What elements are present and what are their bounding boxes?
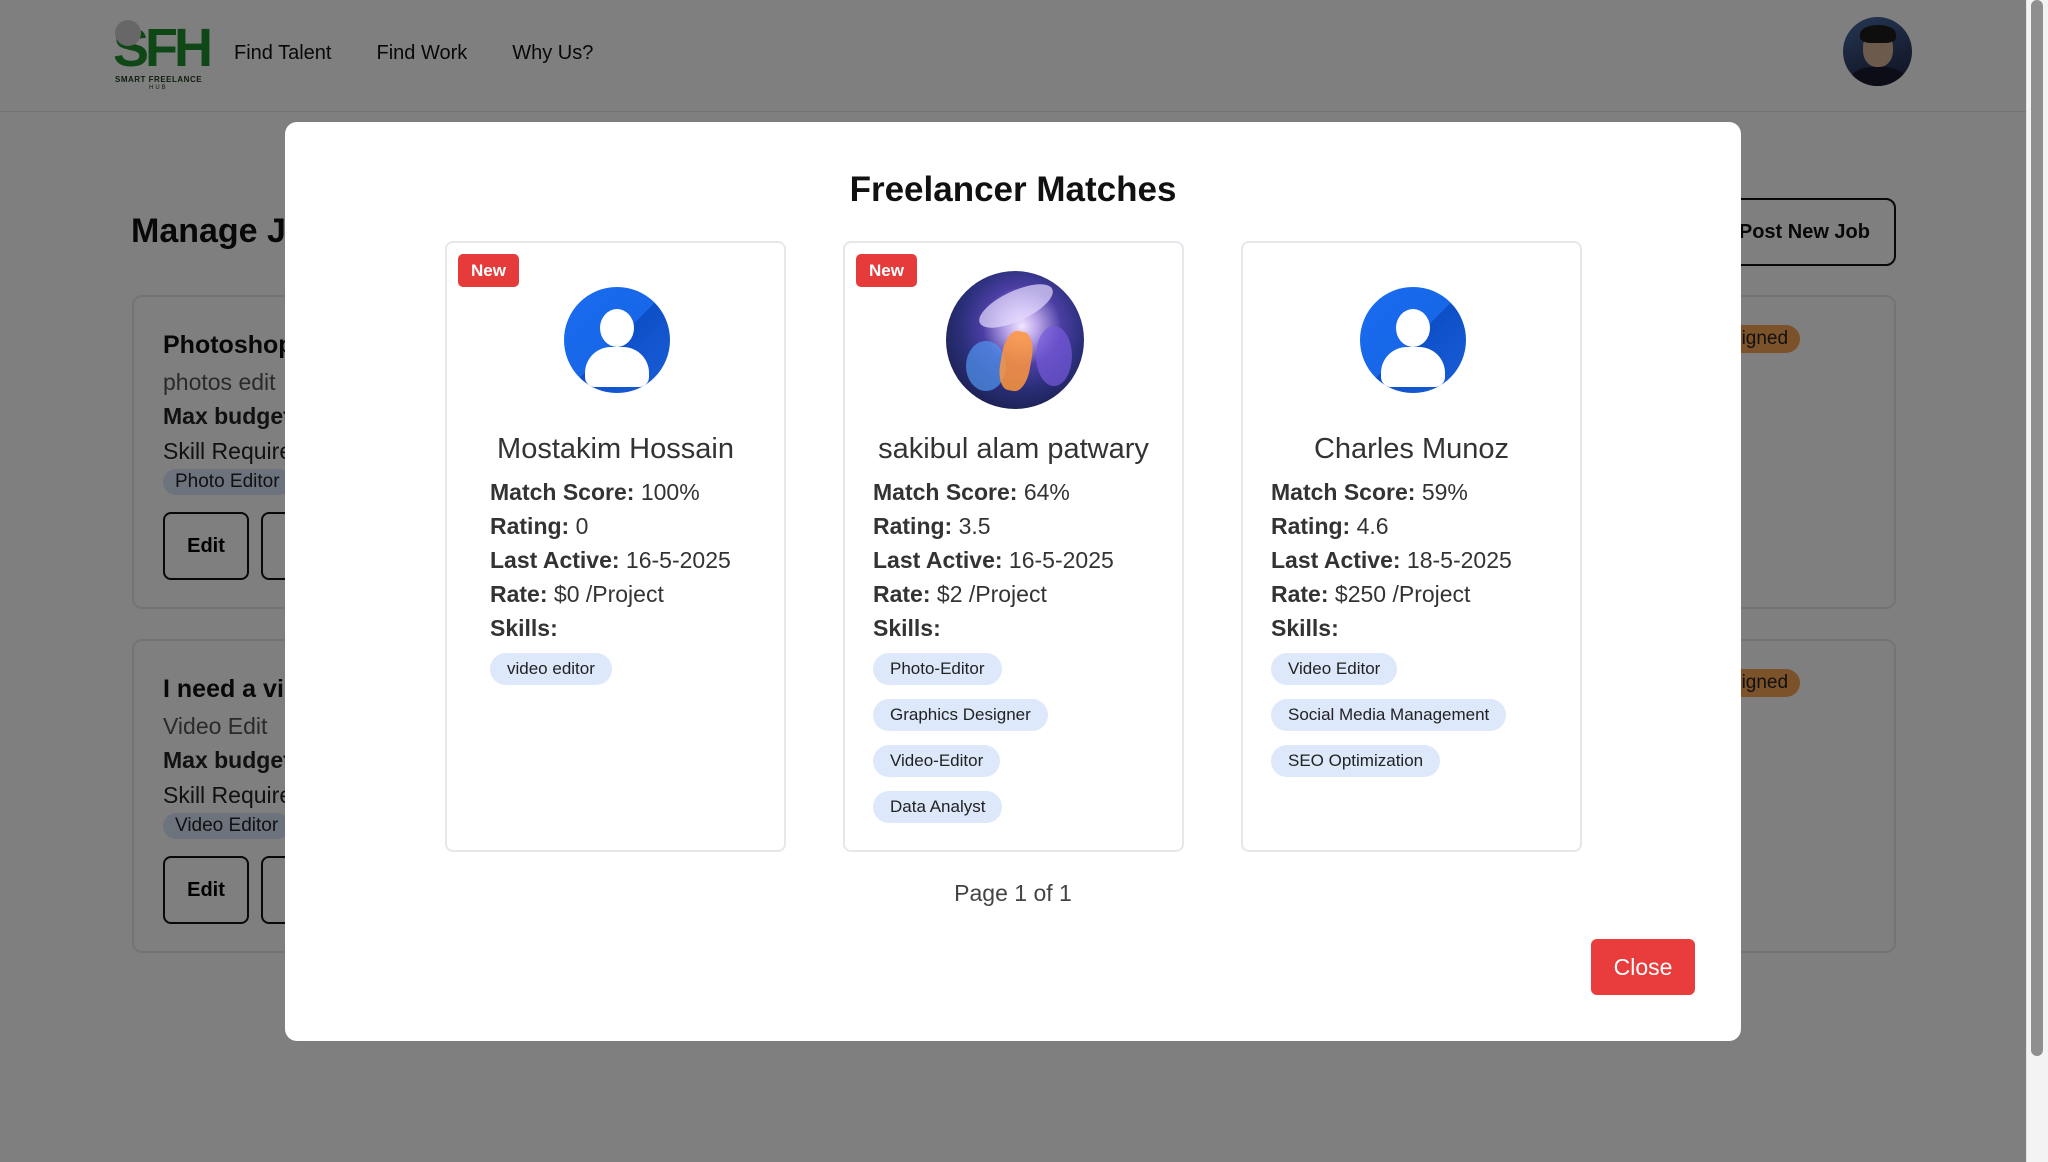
match-score-value: 64% — [1023, 479, 1070, 505]
match-score-label: Match Score: — [1271, 479, 1416, 505]
freelancer-info: Match Score: 59% Rating: 4.6 Last Active… — [1271, 475, 1512, 645]
rating-label: Rating: — [490, 513, 570, 539]
rating-value: 0 — [575, 513, 589, 539]
skill-chip: Video-Editor — [873, 745, 1001, 777]
skill-chip: Data Analyst — [873, 791, 1003, 823]
skill-list: Photo-Editor Graphics Designer Video-Edi… — [873, 653, 1048, 823]
new-badge: New — [458, 254, 519, 287]
rating-label: Rating: — [1271, 513, 1351, 539]
rate-label: Rate: — [873, 581, 931, 607]
freelancer-name: Charles Munoz — [1313, 433, 1510, 465]
skill-chip: Graphics Designer — [873, 699, 1048, 731]
match-score-value: 100% — [640, 479, 700, 505]
last-active-value: 16-5-2025 — [1008, 547, 1114, 573]
skill-list: video editor — [490, 653, 612, 685]
freelancer-name: sakibul alam patwary — [878, 433, 1149, 465]
rating-label: Rating: — [873, 513, 953, 539]
last-active-label: Last Active: — [873, 547, 1003, 573]
rate-value: $250 /Project — [1334, 581, 1471, 607]
skills-label: Skills: — [873, 615, 941, 641]
rate-value: $2 /Project — [936, 581, 1047, 607]
freelancer-info: Match Score: 64% Rating: 3.5 Last Active… — [873, 475, 1114, 645]
match-score-value: 59% — [1421, 479, 1468, 505]
skill-chip: Photo-Editor — [873, 653, 1002, 685]
freelancer-card[interactable]: New sakibul alam patwary Match Score: 64… — [843, 241, 1184, 852]
skill-list: Video Editor Social Media Management SEO… — [1271, 653, 1507, 777]
default-user-icon — [1360, 287, 1466, 393]
freelancer-card[interactable]: Charles Munoz Match Score: 59% Rating: 4… — [1241, 241, 1582, 852]
skill-chip: Social Media Management — [1271, 699, 1507, 731]
skill-chip: Video Editor — [1271, 653, 1398, 685]
pagination-status: Page 1 of 1 — [954, 880, 1072, 906]
freelancer-info: Match Score: 100% Rating: 0 Last Active:… — [490, 475, 731, 645]
skill-chip: video editor — [490, 653, 612, 685]
rate-label: Rate: — [490, 581, 548, 607]
close-button[interactable]: Close — [1591, 939, 1695, 995]
freelancer-matches-modal: Freelancer Matches New Mostakim Hossain … — [285, 122, 1741, 1041]
match-score-label: Match Score: — [490, 479, 635, 505]
last-active-label: Last Active: — [490, 547, 620, 573]
rating-value: 4.6 — [1356, 513, 1389, 539]
default-user-icon — [564, 287, 670, 393]
skill-chip: SEO Optimization — [1271, 745, 1441, 777]
match-score-label: Match Score: — [873, 479, 1018, 505]
skills-label: Skills: — [1271, 615, 1339, 641]
scrollbar-thumb[interactable] — [2031, 0, 2043, 1056]
freelancer-name: Mostakim Hossain — [497, 433, 734, 465]
skills-label: Skills: — [490, 615, 558, 641]
rate-value: $0 /Project — [553, 581, 664, 607]
last-active-label: Last Active: — [1271, 547, 1401, 573]
modal-title: Freelancer Matches — [849, 170, 1177, 209]
freelancer-card[interactable]: New Mostakim Hossain Match Score: 100% R… — [445, 241, 786, 852]
rate-label: Rate: — [1271, 581, 1329, 607]
rating-value: 3.5 — [958, 513, 991, 539]
last-active-value: 18-5-2025 — [1406, 547, 1512, 573]
last-active-value: 16-5-2025 — [625, 547, 731, 573]
new-badge: New — [856, 254, 917, 287]
profile-photo — [946, 271, 1084, 409]
